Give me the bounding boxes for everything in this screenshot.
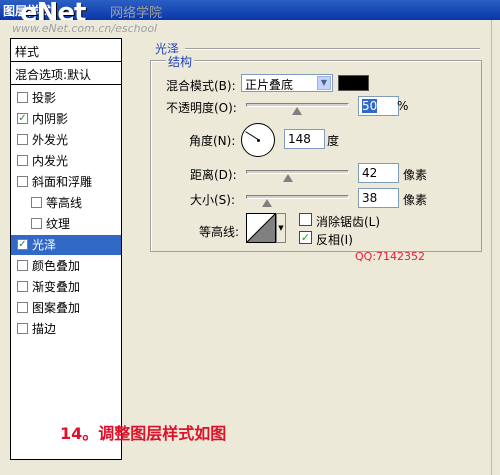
styles-title: 样式 bbox=[15, 45, 40, 59]
style-item-label: 光泽 bbox=[32, 238, 57, 252]
contour-picker[interactable] bbox=[246, 213, 276, 243]
style-item-label: 纹理 bbox=[46, 217, 71, 231]
invert-label: 反相(I) bbox=[316, 233, 353, 247]
chevron-down-icon[interactable]: ▼ bbox=[317, 76, 331, 90]
antialias-checkbox[interactable] bbox=[299, 213, 312, 226]
style-checkbox[interactable] bbox=[17, 155, 28, 166]
blend-mode-label: 混合模式(B): bbox=[166, 79, 236, 93]
size-slider-thumb[interactable] bbox=[262, 199, 272, 207]
style-item[interactable]: 等高线 bbox=[11, 193, 121, 213]
size-label: 大小(S): bbox=[190, 193, 236, 207]
style-item-label: 斜面和浮雕 bbox=[32, 175, 93, 189]
size-value: 38 bbox=[362, 191, 378, 205]
blend-options-item[interactable]: 混合选项:默认 bbox=[15, 66, 91, 83]
opacity-input[interactable]: 50 bbox=[358, 96, 399, 116]
blend-color-swatch[interactable] bbox=[338, 75, 369, 91]
divider bbox=[185, 48, 480, 50]
style-item[interactable]: ✓ 内阴影 bbox=[11, 109, 121, 129]
contour-label: 等高线: bbox=[199, 225, 240, 239]
divider bbox=[11, 84, 121, 85]
divider bbox=[11, 61, 121, 62]
distance-slider-thumb[interactable] bbox=[283, 174, 293, 182]
angle-center bbox=[257, 139, 260, 142]
size-input[interactable]: 38 bbox=[358, 188, 399, 208]
style-checkbox[interactable] bbox=[17, 92, 28, 103]
style-item[interactable]: 颜色叠加 bbox=[11, 256, 121, 276]
qq-watermark: QQ:7142352 bbox=[355, 250, 426, 263]
size-unit: 像素 bbox=[403, 193, 428, 207]
opacity-unit: % bbox=[397, 99, 409, 113]
style-item-label: 外发光 bbox=[32, 133, 69, 147]
style-item[interactable]: 内发光 bbox=[11, 151, 121, 171]
style-item[interactable]: 渐变叠加 bbox=[11, 277, 121, 297]
style-item-label: 内阴影 bbox=[32, 112, 69, 126]
style-checkbox[interactable] bbox=[17, 176, 28, 187]
angle-label: 角度(N): bbox=[189, 134, 236, 148]
style-checkbox[interactable] bbox=[17, 260, 28, 271]
angle-value: 148 bbox=[288, 132, 311, 146]
tutorial-caption: 14。调整图层样式如图 bbox=[60, 424, 227, 443]
title-bar: 图层样式 eNet 网络学院 bbox=[0, 0, 500, 20]
style-item[interactable]: 纹理 bbox=[11, 214, 121, 234]
divider bbox=[491, 20, 492, 475]
style-item[interactable]: 投影 bbox=[11, 88, 121, 108]
styles-panel: 样式 混合选项:默认 投影 ✓ 内阴影外发光内发光斜面和浮雕等高线纹理 ✓ 光泽颜色叠加… bbox=[10, 38, 122, 460]
opacity-label: 不透明度(O): bbox=[166, 101, 237, 115]
distance-input[interactable]: 42 bbox=[358, 163, 399, 183]
opacity-slider-thumb[interactable] bbox=[292, 107, 302, 115]
angle-input[interactable]: 148 bbox=[284, 129, 325, 149]
blend-mode-select[interactable]: 正片叠底 ▼ bbox=[241, 74, 333, 92]
distance-value: 42 bbox=[362, 166, 378, 180]
style-item-label: 图案叠加 bbox=[32, 301, 81, 315]
angle-dial[interactable] bbox=[241, 123, 275, 157]
style-item-label: 等高线 bbox=[46, 196, 83, 210]
style-item[interactable]: 斜面和浮雕 bbox=[11, 172, 121, 192]
contour-dropdown-button[interactable]: ▼ bbox=[276, 213, 286, 243]
style-item-label: 颜色叠加 bbox=[32, 259, 81, 273]
invert-checkbox[interactable]: ✓ bbox=[299, 231, 312, 244]
watermark-site: 网络学院 bbox=[110, 6, 163, 20]
antialias-label: 消除锯齿(L) bbox=[316, 215, 381, 229]
angle-unit: 度 bbox=[327, 134, 340, 148]
style-item[interactable]: 图案叠加 bbox=[11, 298, 121, 318]
watermark-url: www.eNet.com.cn/eschool bbox=[12, 22, 158, 35]
structure-title: 结构 bbox=[166, 53, 195, 70]
style-checkbox[interactable] bbox=[17, 281, 28, 292]
distance-label: 距离(D): bbox=[190, 168, 237, 182]
style-checkbox[interactable] bbox=[17, 134, 28, 145]
watermark-logo: eNet bbox=[20, 0, 86, 20]
style-item[interactable]: ✓ 光泽 bbox=[11, 235, 121, 255]
contour-curve-icon bbox=[247, 214, 275, 242]
style-checkbox[interactable]: ✓ bbox=[17, 239, 28, 250]
style-item-label: 渐变叠加 bbox=[32, 280, 81, 294]
style-checkbox[interactable] bbox=[17, 323, 28, 334]
distance-unit: 像素 bbox=[403, 168, 428, 182]
style-item-label: 投影 bbox=[32, 91, 57, 105]
style-item[interactable]: 描边 bbox=[11, 319, 121, 339]
opacity-value: 50 bbox=[362, 99, 378, 113]
style-item[interactable]: 外发光 bbox=[11, 130, 121, 150]
distance-slider[interactable] bbox=[246, 170, 349, 174]
style-item-label: 描边 bbox=[32, 322, 57, 336]
style-checkbox[interactable] bbox=[31, 197, 42, 208]
style-checkbox[interactable] bbox=[17, 302, 28, 313]
blend-mode-value: 正片叠底 bbox=[245, 78, 294, 92]
style-item-label: 内发光 bbox=[32, 154, 69, 168]
style-checkbox[interactable]: ✓ bbox=[17, 113, 28, 124]
style-checkbox[interactable] bbox=[31, 218, 42, 229]
